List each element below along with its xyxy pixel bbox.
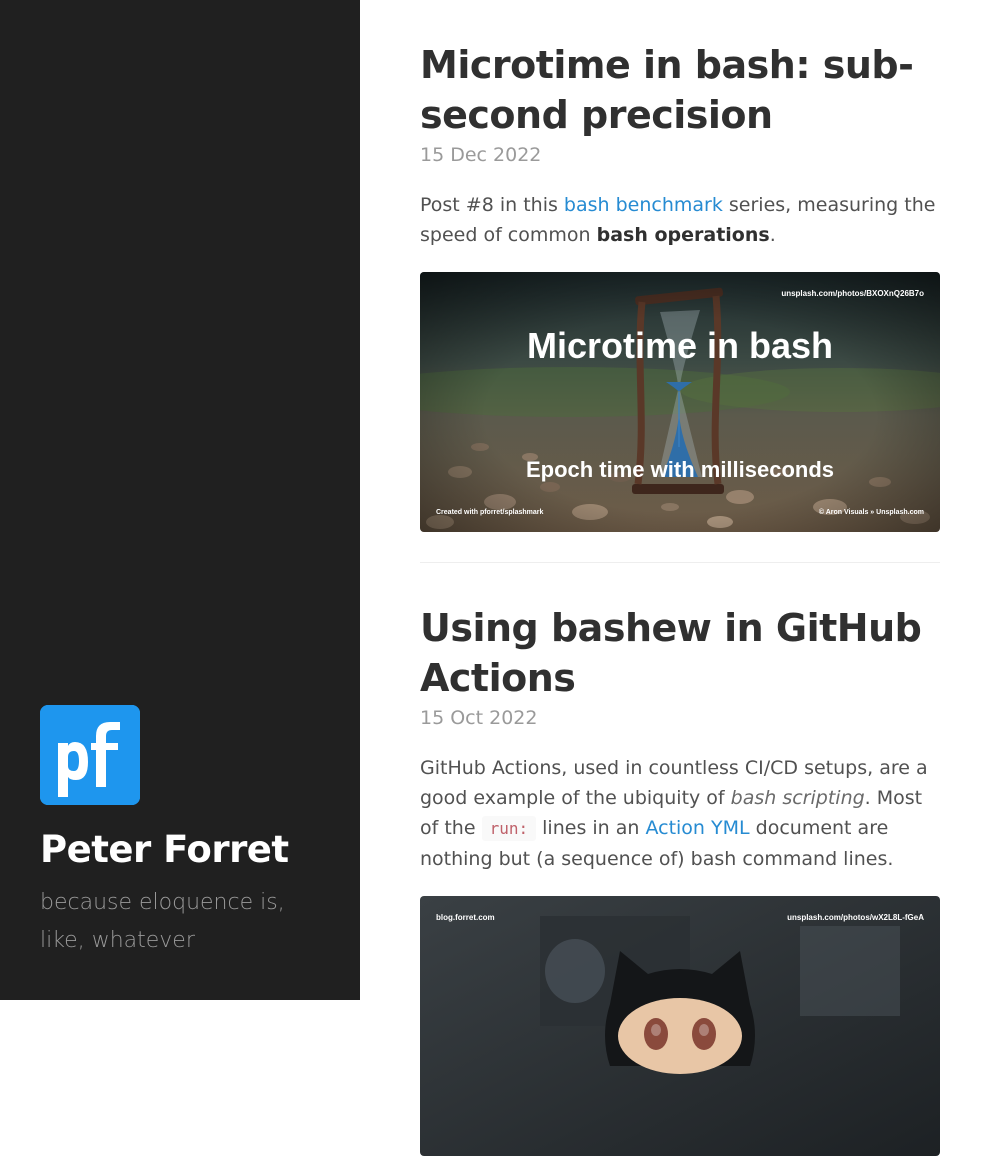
octocat-figure: [605, 951, 755, 1074]
post-excerpt: Post #8 in this bash benchmark series, m…: [420, 190, 940, 250]
post-divider: [420, 562, 940, 563]
post-title[interactable]: Microtime in bash: sub-second precision: [420, 40, 940, 140]
excerpt-text: .: [769, 224, 776, 246]
image-created-with: Created with pforret/splashmark: [436, 509, 543, 516]
pf-logo-icon: [40, 705, 140, 805]
post-cover-image[interactable]: blog.forret.com unsplash.com/photos/wX2L…: [420, 896, 940, 1156]
image-credit-url: unsplash.com/photos/BXOXnQ26B7o: [781, 289, 924, 298]
image-credit-url: unsplash.com/photos/wX2L8L-fGeA: [787, 913, 924, 922]
post-date: 15 Dec 2022: [420, 144, 542, 166]
site-tagline: because eloquence is, like, whatever: [40, 890, 285, 953]
post-title[interactable]: Using bashew in GitHub Actions: [420, 603, 940, 703]
hourglass-photo: Microtime in bash Epoch time with millis…: [420, 272, 940, 532]
sidebar: Peter Forret because eloquence is, like,…: [0, 0, 360, 1000]
post-cover-image[interactable]: Microtime in bash Epoch time with millis…: [420, 272, 940, 532]
post-list: Microtime in bash: sub-second precision …: [420, 40, 940, 1156]
post-item: Microtime in bash: sub-second precision …: [420, 40, 940, 532]
excerpt-text: lines in an: [536, 817, 646, 839]
bash-benchmark-link[interactable]: bash benchmark: [564, 194, 723, 216]
action-yml-link[interactable]: Action YML: [645, 817, 749, 839]
site-title[interactable]: Peter Forret: [40, 824, 289, 876]
excerpt-text: Post #8 in this: [420, 194, 564, 216]
image-blog-url: blog.forret.com: [436, 913, 495, 922]
post-excerpt: GitHub Actions, used in countless CI/CD …: [420, 753, 940, 874]
excerpt-emphasis: bash scripting: [730, 787, 865, 809]
excerpt-strong: bash operations: [596, 224, 770, 246]
image-subtitle: Epoch time with milliseconds: [526, 457, 834, 482]
image-title: Microtime in bash: [527, 325, 833, 366]
post-item: Using bashew in GitHub Actions 15 Oct 20…: [420, 603, 940, 1156]
image-photographer-credit: © Aron Visuals » Unsplash.com: [819, 508, 924, 516]
inline-code: run:: [481, 816, 537, 841]
post-date: 15 Oct 2022: [420, 707, 538, 729]
site-logo-icon[interactable]: [40, 705, 140, 805]
octocat-photo: blog.forret.com unsplash.com/photos/wX2L…: [420, 896, 940, 1156]
